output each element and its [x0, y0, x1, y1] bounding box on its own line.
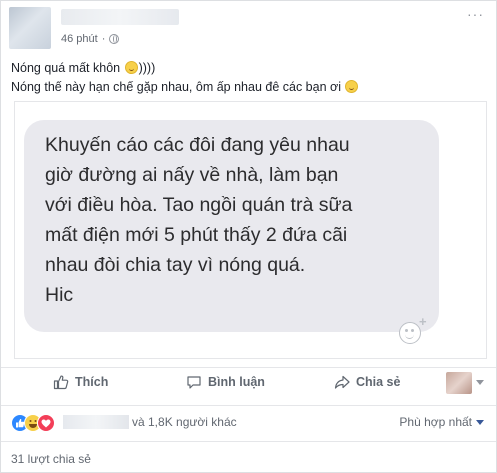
reactions-count[interactable]: và 1,8K người khác [132, 415, 237, 429]
share-icon [334, 375, 350, 389]
message-line: với điều hòa. Tao ngồi quán trà sữa [45, 194, 353, 216]
like-button[interactable]: Thích [53, 374, 108, 390]
post-text-line-2: Nóng thế này hạn chế gặp nhau, ôm ấp nha… [11, 78, 359, 97]
globe-icon[interactable] [109, 34, 120, 44]
message-line: Hic [45, 284, 74, 306]
love-icon[interactable] [37, 414, 55, 432]
viewer-avatar[interactable] [446, 372, 472, 394]
smile-emoji-icon [124, 61, 138, 74]
share-count[interactable]: 31 lượt chia sẻ [11, 452, 91, 466]
message-line: nhau đòi chia tay vì nóng quá. [45, 254, 306, 276]
message-line: giờ đường ai nấy về nhà, làm bạn [45, 164, 339, 186]
chevron-down-icon [476, 419, 484, 425]
plus-icon: + [419, 314, 427, 329]
post-card: 46 phút · ··· Nóng quá mất khôn )))) Nón… [0, 0, 497, 473]
smile-emoji-icon [345, 80, 359, 93]
sort-label: Phù hợp nhất [399, 415, 472, 429]
message-line: mất điện mới 5 phút thấy 2 đứa cãi [45, 224, 348, 246]
comment-button[interactable]: Bình luận [186, 374, 265, 390]
share-button[interactable]: Chia sẻ [334, 374, 400, 390]
thumbs-up-icon [53, 375, 69, 390]
post-text: Nóng quá mất khôn )))) Nóng thế này hạn … [11, 59, 359, 97]
post-timestamp[interactable]: 46 phút [61, 33, 98, 45]
chevron-down-icon[interactable] [476, 380, 484, 385]
action-bar: Thích Bình luận Chia sẻ [1, 367, 496, 398]
comment-label: Bình luận [208, 375, 265, 389]
reactor-names-blurred[interactable] [63, 415, 129, 429]
author-name-blurred[interactable] [61, 9, 179, 25]
like-label: Thích [75, 375, 109, 389]
share-label: Chia sẻ [356, 375, 401, 389]
comment-icon [187, 376, 201, 389]
more-options-icon[interactable]: ··· [467, 7, 484, 21]
post-image[interactable]: Khuyến cáo các đôi đang yêu nhau giờ đườ… [14, 101, 487, 359]
message-text: Khuyến cáo các đôi đang yêu nhau giờ đườ… [45, 130, 352, 310]
post-meta: 46 phút · [61, 33, 120, 45]
add-emoji-icon [399, 322, 421, 344]
author-avatar[interactable] [9, 7, 51, 49]
comment-sort-dropdown[interactable]: Phù hợp nhất [399, 415, 484, 429]
reactions-summary: và 1,8K người khác Phù hợp nhất [1, 405, 496, 436]
post-text-line-1: Nóng quá mất khôn )))) [11, 61, 156, 75]
shares-row: 31 lượt chia sẻ [1, 441, 496, 472]
message-line: Khuyến cáo các đôi đang yêu nhau [45, 134, 350, 156]
